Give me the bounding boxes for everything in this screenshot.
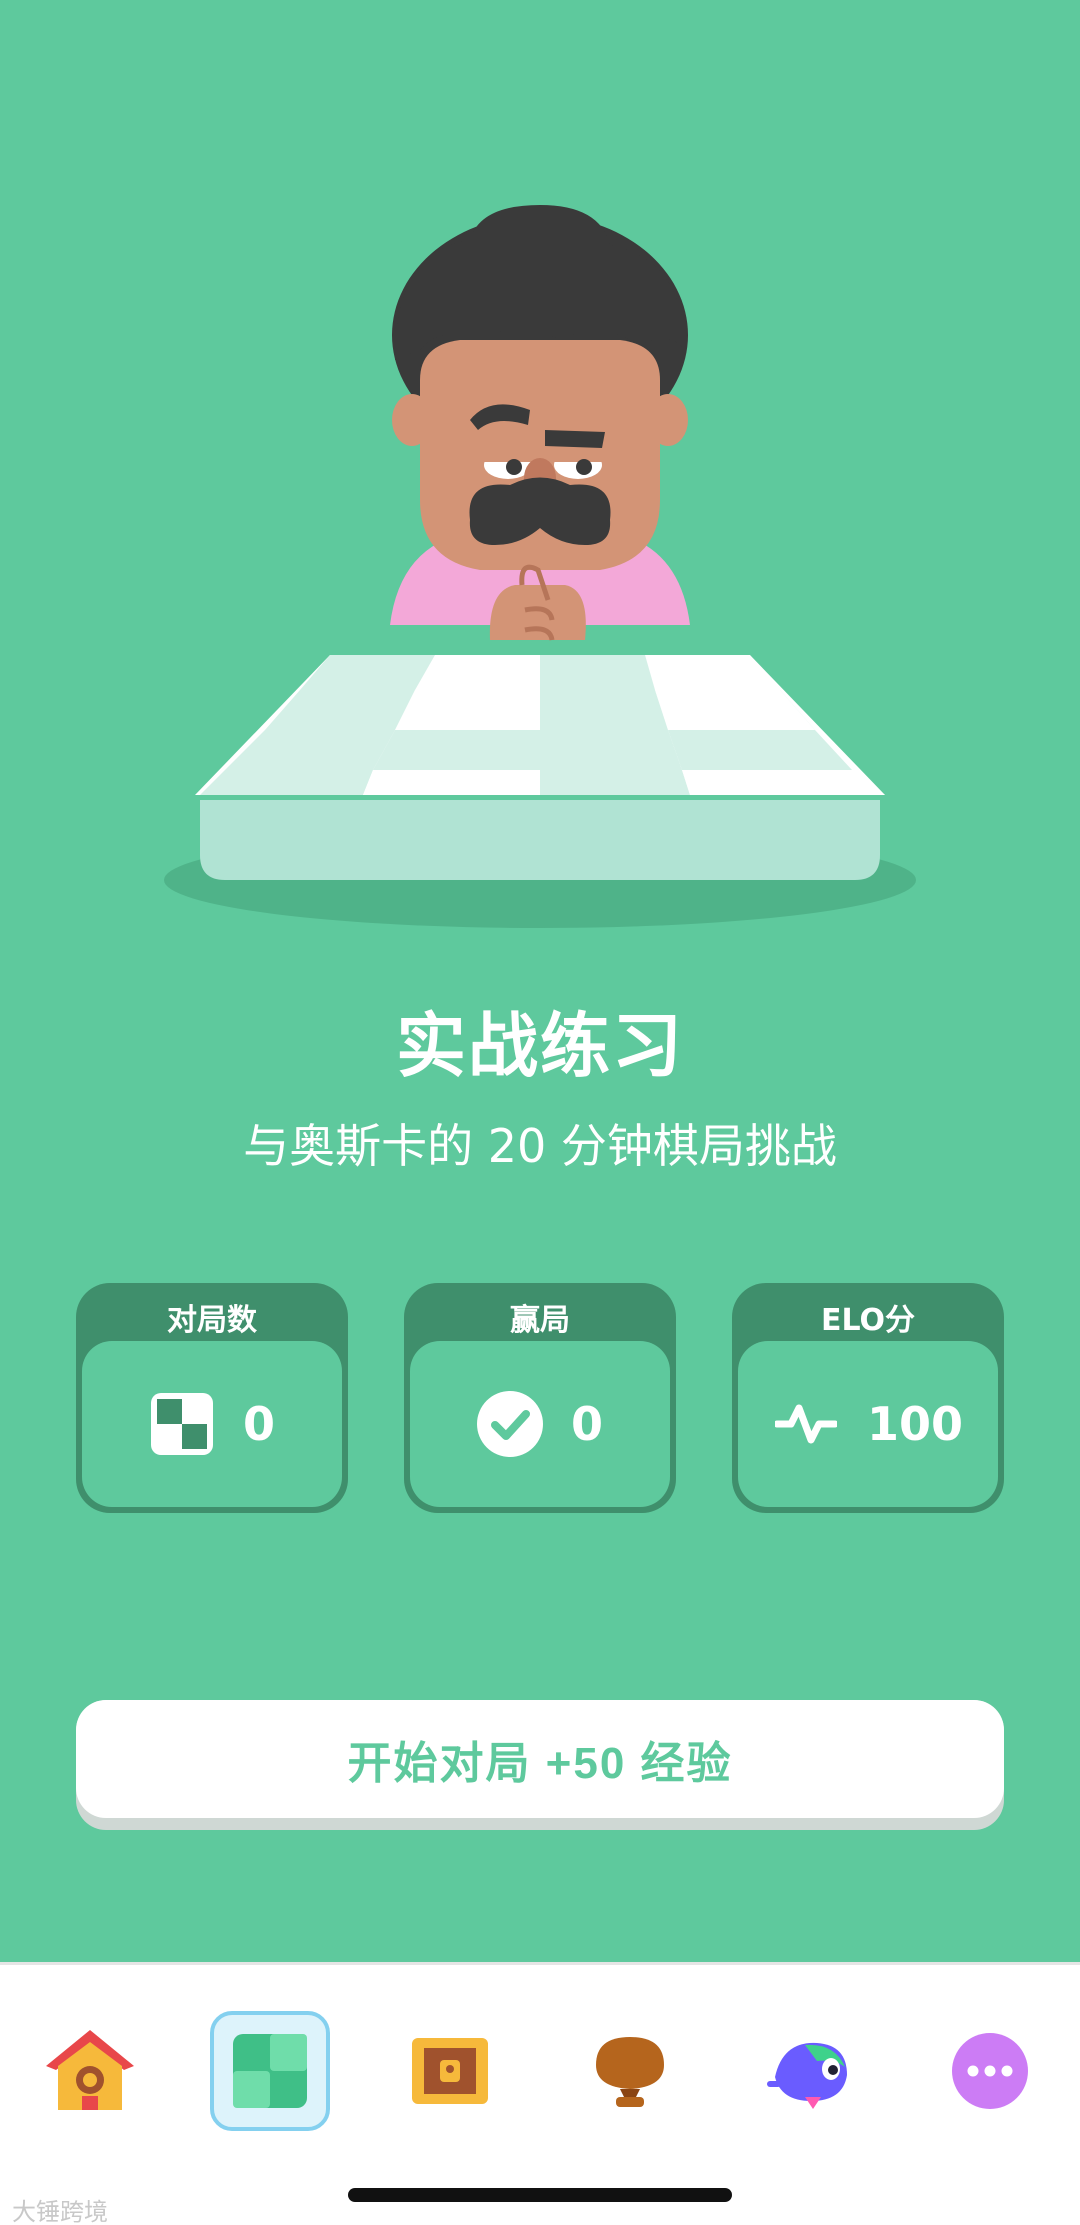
- tab-profile[interactable]: [750, 2011, 870, 2131]
- stat-elo: ELO分 100: [732, 1283, 1004, 1513]
- checker-board-icon: [149, 1391, 215, 1457]
- tab-leaderboard[interactable]: [570, 2011, 690, 2131]
- treasure-chest-icon: [412, 2038, 488, 2104]
- duo-bird-icon: [767, 2042, 847, 2109]
- stat-label: ELO分: [820, 1303, 916, 1338]
- check-circle-icon: [476, 1391, 543, 1457]
- home-indicator[interactable]: [348, 2188, 732, 2202]
- stat-body: 0: [82, 1341, 342, 1507]
- pulse-icon: [773, 1391, 839, 1457]
- tab-practice[interactable]: [210, 2011, 330, 2131]
- page-subtitle: 与奥斯卡的 20 分钟棋局挑战: [243, 1119, 837, 1173]
- stat-wins: 赢局 0: [404, 1283, 676, 1513]
- stat-value: 100: [866, 1397, 964, 1451]
- stat-label: 对局数: [167, 1303, 257, 1338]
- stat-games-played: 对局数 0: [76, 1283, 348, 1513]
- stat-label: 赢局: [510, 1303, 570, 1338]
- bottom-tab-bar: [0, 1962, 1080, 2225]
- more-icon: [952, 2033, 1028, 2109]
- tab-more[interactable]: [930, 2011, 1050, 2131]
- green-board-icon: [233, 2034, 307, 2108]
- watermark: 大锤跨境: [12, 2198, 108, 2225]
- start-game-label: 开始对局 +50 经验: [76, 1700, 1004, 1818]
- start-game-button[interactable]: 开始对局 +50 经验: [76, 1700, 1004, 1830]
- birdhouse-icon: [46, 2030, 134, 2110]
- oscar-chess-illustration: [164, 205, 916, 928]
- tab-home[interactable]: [30, 2011, 150, 2131]
- stat-body: 0: [410, 1341, 670, 1507]
- page-title: 实战练习: [396, 1005, 684, 1087]
- stat-value: 0: [242, 1397, 275, 1451]
- stat-value: 0: [570, 1397, 603, 1451]
- shell-trophy-icon: [596, 2037, 664, 2107]
- tab-treasure[interactable]: [390, 2011, 510, 2131]
- stat-body: 100: [738, 1341, 998, 1507]
